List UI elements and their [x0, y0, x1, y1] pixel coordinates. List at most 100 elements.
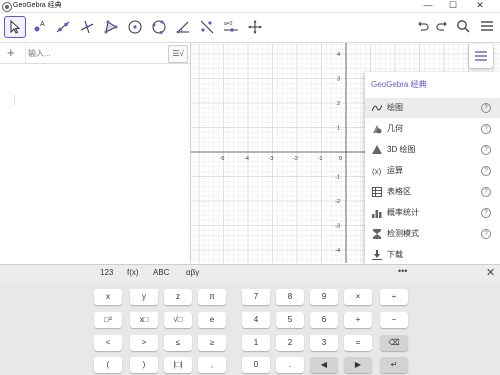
help-icon[interactable]: ? — [481, 187, 491, 197]
key-z[interactable]: z — [164, 289, 192, 305]
menu-item-probability[interactable]: 概率统计 ? — [365, 203, 500, 223]
key-2[interactable]: 2 — [276, 335, 304, 351]
help-icon[interactable]: ? — [481, 103, 491, 113]
graphics-style-bar-button[interactable] — [469, 44, 493, 68]
key-left-arrow[interactable]: ◀ — [310, 357, 338, 373]
key-power[interactable]: x□ — [130, 312, 158, 328]
line-icon — [56, 21, 70, 33]
tab-greek[interactable]: αβγ — [186, 268, 199, 277]
key-pi[interactable]: π — [198, 289, 226, 305]
main-menu-button[interactable] — [478, 17, 496, 35]
key-7[interactable]: 7 — [242, 289, 270, 305]
circle-tool[interactable] — [124, 16, 146, 38]
key-plus[interactable]: + — [344, 312, 372, 328]
perpendicular-tool[interactable] — [76, 16, 98, 38]
algebra-input[interactable] — [26, 45, 166, 62]
keyboard-close-icon[interactable]: ✕ — [486, 266, 495, 279]
help-icon[interactable]: ? — [481, 145, 491, 155]
tab-letters[interactable]: ABC — [153, 268, 169, 277]
minimize-button[interactable]: — — [418, 0, 438, 12]
menu-item-graphing[interactable]: 绘图 ? — [365, 98, 500, 118]
key-y[interactable]: y — [130, 289, 158, 305]
key-squared[interactable]: □² — [94, 312, 122, 328]
key-decimal[interactable]: . — [276, 357, 304, 373]
menu-item-geometry[interactable]: 几何 ? — [365, 119, 500, 139]
redo-icon — [436, 21, 447, 31]
help-icon[interactable]: ? — [481, 124, 491, 134]
menu-item-exam-mode[interactable]: 检测模式 ? — [365, 224, 500, 244]
key-e[interactable]: e — [198, 312, 226, 328]
graph-icon — [372, 104, 382, 112]
key-greater-than[interactable]: > — [130, 335, 158, 351]
key-backspace[interactable]: ⌫ — [380, 335, 408, 351]
key-close-paren[interactable]: ) — [130, 357, 158, 373]
menu-item-label: 3D 绘图 — [387, 145, 416, 154]
menu-item-label: 几何 — [387, 124, 403, 133]
key-divide[interactable]: ÷ — [380, 289, 408, 305]
key-less-than[interactable]: < — [94, 335, 122, 351]
circle-three-points-tool[interactable] — [148, 16, 170, 38]
polygon-tool[interactable] — [100, 16, 122, 38]
reflect-tool[interactable] — [196, 16, 218, 38]
key-6[interactable]: 6 — [310, 312, 338, 328]
menu-item-spreadsheet[interactable]: 表格区 ? — [365, 182, 500, 202]
algebra-settings-icon[interactable]: ☰√ — [168, 45, 188, 63]
geometry-icon — [373, 125, 382, 134]
key-5[interactable]: 5 — [276, 312, 304, 328]
download-icon — [372, 250, 382, 260]
key-comma[interactable]: , — [198, 357, 226, 373]
geogebra-app-icon — [2, 2, 12, 12]
key-multiply[interactable]: × — [344, 289, 372, 305]
tab-functions[interactable]: f(x) — [127, 268, 139, 277]
move-view-tool[interactable] — [244, 16, 266, 38]
add-object-icon[interactable]: + — [7, 45, 15, 60]
menu-item-3d-graphing[interactable]: 3D 绘图 ? — [365, 140, 500, 160]
help-icon[interactable]: ? — [481, 208, 491, 218]
maximize-button[interactable]: ☐ — [443, 0, 463, 12]
help-icon[interactable]: ? — [481, 166, 491, 176]
menu-item-label: 表格区 — [387, 187, 411, 196]
y-tick-label: -3 — [335, 224, 340, 230]
svg-text:(x): (x) — [372, 167, 382, 176]
app-picker-menu: GeoGebra 经典 绘图 ? 几何 ? 3D 绘图 ? (x) 运算 ? 表… — [365, 72, 500, 265]
angle-tool[interactable] — [172, 16, 194, 38]
key-open-paren[interactable]: ( — [94, 357, 122, 373]
y-tick-label: -4 — [335, 248, 340, 254]
algebra-view: + ☰√ — [0, 43, 191, 263]
help-icon[interactable]: ? — [481, 229, 491, 239]
keyboard-more-icon[interactable]: ••• — [398, 266, 407, 276]
point-tool[interactable]: A — [28, 16, 50, 38]
key-greater-equal[interactable]: ≥ — [198, 335, 226, 351]
key-sqrt[interactable]: √□ — [164, 312, 192, 328]
key-0[interactable]: 0 — [242, 357, 270, 373]
keyboard-tabs: 123 f(x) ABC αβγ ••• ✕ — [0, 265, 500, 282]
key-equals[interactable]: = — [344, 335, 372, 351]
tab-numbers[interactable]: 123 — [100, 268, 113, 277]
key-less-equal[interactable]: ≤ — [164, 335, 192, 351]
search-button[interactable] — [454, 17, 472, 35]
key-minus[interactable]: − — [380, 312, 408, 328]
menu-item-label: 概率统计 — [387, 208, 419, 217]
circle-icon — [128, 20, 142, 34]
move-tool[interactable] — [4, 16, 26, 38]
menu-item-download[interactable]: 下载 — [365, 245, 500, 265]
key-abs[interactable]: |□| — [164, 357, 192, 373]
key-1[interactable]: 1 — [242, 335, 270, 351]
y-tick-label: 4 — [337, 52, 340, 58]
key-8[interactable]: 8 — [276, 289, 304, 305]
key-enter[interactable]: ↵ — [380, 357, 408, 373]
key-x[interactable]: x — [94, 289, 122, 305]
algebra-input-row: + ☰√ — [0, 43, 190, 64]
menu-item-label: 运算 — [387, 166, 403, 175]
line-tool[interactable] — [52, 16, 74, 38]
redo-button[interactable] — [433, 17, 451, 35]
key-4[interactable]: 4 — [242, 312, 270, 328]
key-9[interactable]: 9 — [310, 289, 338, 305]
key-right-arrow[interactable]: ▶ — [344, 357, 372, 373]
menu-item-cas[interactable]: (x) 运算 ? — [365, 161, 500, 181]
close-window-button[interactable]: ✕ — [470, 0, 490, 12]
menu-item-label: 下载 — [387, 250, 403, 259]
slider-tool[interactable]: a=2 — [220, 16, 242, 38]
key-3[interactable]: 3 — [310, 335, 338, 351]
undo-button[interactable] — [414, 17, 432, 35]
